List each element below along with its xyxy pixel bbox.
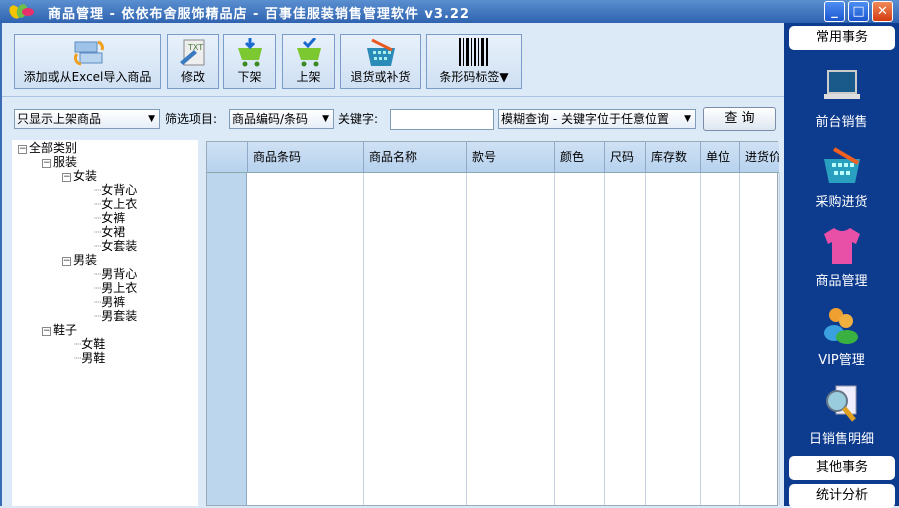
- match-mode-value: 模糊查询 - 关键字位于任意位置: [501, 112, 669, 126]
- list-button[interactable]: 上架: [282, 34, 335, 89]
- import-goods-label: 添加或从Excel导入商品: [23, 70, 152, 84]
- cart-check-icon: [296, 38, 321, 67]
- column-divider: [779, 173, 780, 505]
- minimize-button[interactable]: _: [824, 1, 845, 22]
- maximize-button[interactable]: □: [848, 1, 869, 22]
- column-header[interactable]: 单位: [700, 142, 739, 173]
- category-tree: − 全部类别 − 服装 − 女装 ┈女背心 ┈女上衣 ┈女裤 ┈女裙 ┈女套装 − 男装 ┈男背心 ┈男上…: [12, 140, 198, 506]
- chevron-down-icon: ▼: [148, 114, 155, 124]
- tree-node[interactable]: ┈男裤: [94, 296, 125, 309]
- tree-node[interactable]: ┈女裤: [94, 212, 125, 225]
- display-filter-value: 只显示上架商品: [17, 112, 102, 126]
- sidebar-item-front-sales[interactable]: 前台销售: [784, 67, 899, 130]
- tree-node[interactable]: − 服装: [42, 156, 77, 169]
- sidebar-item-goods-management[interactable]: 商品管理: [784, 226, 899, 289]
- tree-node[interactable]: ┈男上衣: [94, 282, 137, 295]
- filter-field-label: 筛选项目:: [165, 112, 218, 126]
- column-header[interactable]: 颜色: [554, 142, 604, 173]
- tree-node-root[interactable]: − 全部类别: [18, 142, 77, 155]
- chevron-down-icon: ▼: [684, 114, 691, 124]
- statistics-button[interactable]: 统计分析: [789, 484, 895, 508]
- query-button[interactable]: 查 询: [703, 107, 776, 131]
- column-divider: [739, 173, 740, 505]
- tree-node[interactable]: − 鞋子: [42, 324, 77, 337]
- app-logo-icon: [9, 4, 34, 19]
- column-divider: [604, 173, 605, 505]
- return-restock-button[interactable]: 退货或补货: [340, 34, 421, 89]
- other-tasks-button[interactable]: 其他事务: [789, 456, 895, 480]
- grid-header: 商品条码 商品名称 款号 颜色 尺码 库存数 单位 进货价: [207, 142, 779, 173]
- title-bar: 商品管理 - 依依布舍服饰精品店 - 百事佳服装销售管理软件 v3.22 _ □…: [0, 0, 899, 23]
- unlist-button[interactable]: 下架: [223, 34, 276, 89]
- collapse-icon[interactable]: −: [18, 145, 27, 154]
- row-header-column: [207, 173, 247, 505]
- edit-label: 修改: [180, 70, 205, 84]
- column-header[interactable]: 库存数: [645, 142, 700, 173]
- window-title: 商品管理 - 依依布舍服饰精品店 - 百事佳服装销售管理软件 v3.22: [48, 7, 470, 22]
- unlist-label: 下架: [237, 70, 262, 84]
- tree-node[interactable]: − 男装: [62, 254, 97, 267]
- tree-node[interactable]: ┈女套装: [94, 240, 137, 253]
- keyword-input[interactable]: [390, 109, 494, 130]
- tree-node[interactable]: ┈男背心: [94, 268, 137, 281]
- sidebar-item-vip-management[interactable]: VIP管理: [784, 305, 899, 368]
- collapse-icon[interactable]: −: [62, 173, 71, 182]
- edit-button[interactable]: TXT 修改: [167, 34, 219, 89]
- filter-field-value: 商品编码/条码: [232, 112, 309, 126]
- column-header[interactable]: 进货价: [739, 142, 779, 173]
- close-button[interactable]: ✕: [872, 1, 893, 22]
- filter-field-select[interactable]: 商品编码/条码 ▼: [229, 109, 334, 129]
- svg-text:TXT: TXT: [187, 43, 203, 52]
- tree-node[interactable]: ┈女裙: [94, 226, 125, 239]
- tree-node[interactable]: − 女装: [62, 170, 97, 183]
- sidebar: 常用事务 前台销售 采购进货 商品管理 VIP管理 日销售明细 其他事务 统计分…: [784, 23, 899, 508]
- main-panel: 添加或从Excel导入商品 TXT 修改 下架 上架 退货或补货 条形码标签▼ …: [0, 23, 786, 506]
- keyword-label: 关键字:: [338, 112, 379, 126]
- barcode-label-text: 条形码标签▼: [439, 70, 509, 84]
- column-header[interactable]: 商品条码: [247, 142, 363, 173]
- column-divider: [363, 173, 364, 505]
- users-icon: [823, 308, 858, 344]
- basket-icon: [366, 38, 395, 66]
- collapse-icon[interactable]: −: [42, 327, 51, 336]
- sidebar-item-daily-sales-detail[interactable]: 日销售明细: [784, 384, 899, 447]
- edit-txt-icon: TXT: [180, 39, 205, 66]
- column-divider: [645, 173, 646, 505]
- tree-node[interactable]: ┈女上衣: [94, 198, 137, 211]
- cart-down-icon: [237, 38, 262, 67]
- laptop-icon: [823, 70, 860, 99]
- tree-node[interactable]: ┈女鞋: [74, 338, 105, 351]
- match-mode-select[interactable]: 模糊查询 - 关键字位于任意位置 ▼: [498, 109, 696, 129]
- barcode-icon: [459, 38, 488, 66]
- display-filter-select[interactable]: 只显示上架商品 ▼: [14, 109, 160, 129]
- column-divider: [554, 173, 555, 505]
- barcode-label-button[interactable]: 条形码标签▼: [426, 34, 522, 89]
- basket-icon: [823, 147, 860, 183]
- import-goods-button[interactable]: 添加或从Excel导入商品: [14, 34, 161, 89]
- collapse-icon[interactable]: −: [42, 159, 51, 168]
- collapse-icon[interactable]: −: [62, 257, 71, 266]
- tree-node[interactable]: ┈男鞋: [74, 352, 105, 365]
- toolbar-divider: [2, 96, 786, 97]
- common-tasks-button[interactable]: 常用事务: [789, 26, 895, 50]
- chevron-down-icon: ▼: [322, 114, 329, 124]
- sidebar-item-purchase[interactable]: 采购进货: [784, 147, 899, 210]
- tree-node[interactable]: ┈男套装: [94, 310, 137, 323]
- return-restock-label: 退货或补货: [350, 70, 411, 84]
- column-divider: [466, 173, 467, 505]
- column-header[interactable]: 款号: [466, 142, 554, 173]
- column-header[interactable]: 商品名称: [363, 142, 466, 173]
- tree-node[interactable]: ┈女背心: [94, 184, 137, 197]
- goods-grid: 商品条码 商品名称 款号 颜色 尺码 库存数 单位 进货价: [206, 141, 780, 506]
- list-label: 上架: [296, 70, 321, 84]
- tshirt-icon: [823, 228, 860, 264]
- column-divider: [700, 173, 701, 505]
- column-header[interactable]: 尺码: [604, 142, 645, 173]
- magnifier-report-icon: [825, 385, 856, 422]
- excel-import-icon: [73, 40, 104, 66]
